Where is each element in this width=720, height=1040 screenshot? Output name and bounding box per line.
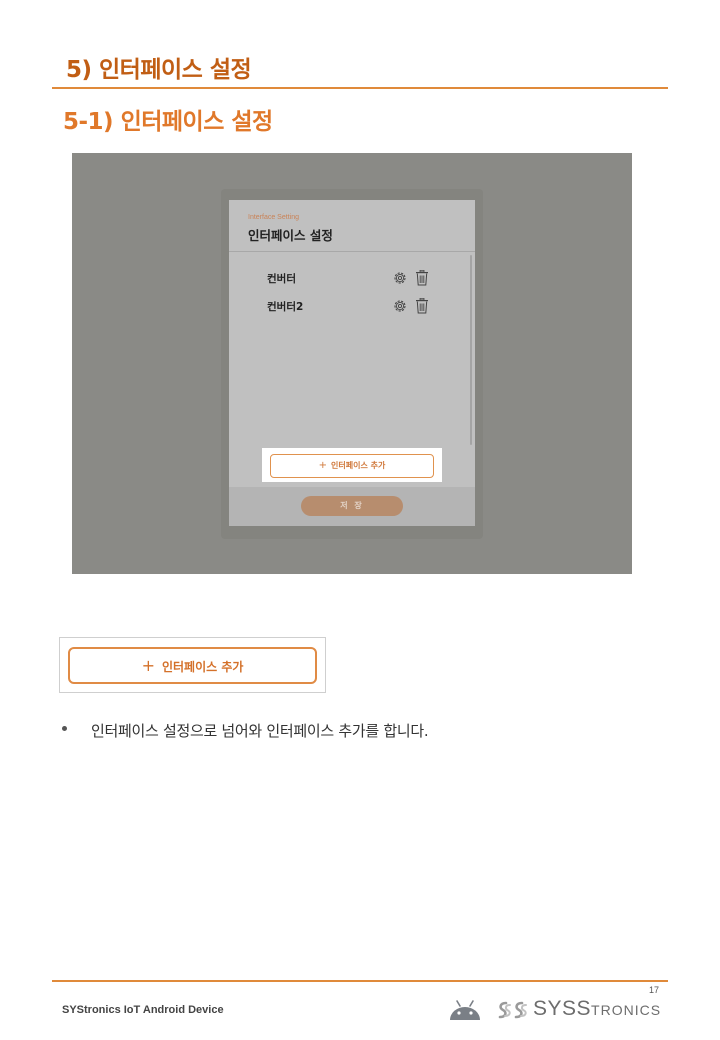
subsection-title: 5-1) 인터페이스 설정 <box>63 109 273 135</box>
gear-icon[interactable] <box>393 271 407 285</box>
plus-icon: + <box>141 656 155 675</box>
item-label: 컨버터2 <box>267 301 304 313</box>
android-icon <box>450 1000 480 1020</box>
screenshot-figure: Interface Setting 인터페이스 설정 컨버터 컨버터2 저 장 … <box>72 153 632 574</box>
add-interface-highlight: + 인터페이스 추가 <box>262 448 442 482</box>
section-divider <box>52 87 668 89</box>
list-item[interactable]: 컨버터 <box>229 268 475 288</box>
plus-icon: + <box>318 460 328 471</box>
item-label: 컨버터 <box>267 273 296 285</box>
brand-tronics: TRONICS <box>591 1002 662 1018</box>
brand-ys: YS <box>547 997 577 1020</box>
brand-s1: S <box>533 997 548 1020</box>
add-interface-label: 인터페이스 추가 <box>161 660 244 674</box>
trash-icon[interactable] <box>415 298 429 314</box>
save-button[interactable]: 저 장 <box>301 496 403 516</box>
trash-icon[interactable] <box>415 270 429 286</box>
section-title: 5) 인터페이스 설정 <box>66 57 252 83</box>
footer-doc-title: SYStronics IoT Android Device <box>62 1004 224 1016</box>
add-interface-button[interactable]: + 인터페이스 추가 <box>270 454 434 478</box>
dialog-title: 인터페이스 설정 <box>248 228 333 243</box>
gear-icon[interactable] <box>393 299 407 313</box>
bullet-text: 인터페이스 설정으로 넘어와 인터페이스 추가를 합니다. <box>91 722 429 740</box>
page-number: 17 <box>649 985 660 995</box>
brand-logo-icon <box>498 1001 527 1019</box>
brand-s2: S <box>576 997 592 1020</box>
add-interface-label: 인터페이스 추가 <box>331 461 386 470</box>
zoomed-button-figure: + 인터페이스 추가 <box>59 637 326 693</box>
dialog-subtitle: Interface Setting <box>248 214 299 221</box>
bullet-dot <box>62 726 67 731</box>
add-interface-button-zoomed[interactable]: + 인터페이스 추가 <box>68 647 317 684</box>
dialog-divider <box>229 251 475 252</box>
list-item[interactable]: 컨버터2 <box>229 296 475 316</box>
brand-wordmark: SYSSTRONICS <box>533 997 661 1021</box>
footer-divider <box>52 980 668 982</box>
